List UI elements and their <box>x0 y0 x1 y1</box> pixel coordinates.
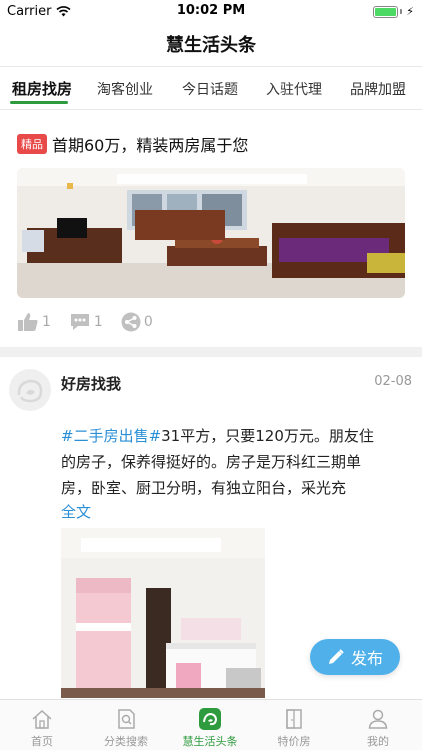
nav-bar: 慧生活头条 <box>0 22 422 66</box>
tab-franchise[interactable]: 品牌加盟 <box>350 79 406 99</box>
person-icon <box>368 709 388 729</box>
door-icon <box>286 709 302 729</box>
news-icon <box>199 708 221 730</box>
article-photo[interactable] <box>17 168 405 298</box>
comment-icon <box>70 314 89 330</box>
post-photo[interactable] <box>61 528 265 698</box>
tab-rent-house[interactable]: 租房找房 <box>12 78 72 99</box>
avatar[interactable] <box>9 369 51 411</box>
featured-article-card[interactable]: 精品 首期60万，精装两房属于您 1 1 0 <box>0 118 422 346</box>
active-tab-indicator <box>10 101 68 104</box>
page-title: 慧生活头条 <box>166 35 256 56</box>
tabbar-special-price[interactable]: 特价房 <box>252 708 336 749</box>
tabbar-news[interactable]: 慧生活头条 <box>168 708 252 749</box>
status-bar: Carrier 10:02 PM ⚡ <box>0 0 422 22</box>
post-date: 02-08 <box>374 374 412 389</box>
post-author[interactable]: 好房找我 <box>61 373 121 394</box>
avatar-placeholder-icon <box>17 379 43 403</box>
publish-button[interactable]: 发布 <box>310 639 400 675</box>
battery-icon: ⚡ <box>373 5 414 18</box>
tabbar-mine-label: 我的 <box>367 735 389 748</box>
like-count: 1 <box>42 314 51 330</box>
tabbar-mine[interactable]: 我的 <box>336 708 420 749</box>
status-time: 10:02 PM <box>176 3 246 18</box>
featured-badge: 精品 <box>17 134 47 154</box>
tabbar-home[interactable]: 首页 <box>0 708 84 749</box>
post-text-line3: 房，卧室、厨卫分明，有独立阳台，采光充 <box>61 479 347 497</box>
section-divider <box>0 347 422 357</box>
charging-icon: ⚡ <box>406 5 414 18</box>
search-doc-icon <box>118 709 135 729</box>
article-headline: 精品 首期60万，精装两房属于您 <box>17 132 248 156</box>
post-text-line1: 31平方，只要120万元。朋友住 <box>161 427 374 445</box>
tabbar-special-label: 特价房 <box>277 735 311 748</box>
home-icon <box>32 709 52 729</box>
post-hashtag[interactable]: #二手房出售# <box>61 427 161 445</box>
publish-label: 发布 <box>350 649 383 668</box>
pencil-icon <box>328 649 344 664</box>
post-body: #二手房出售#31平方，只要120万元。朋友住 的房子，保养得挺好的。房子是万科… <box>61 423 401 501</box>
tabbar-home-label: 首页 <box>31 735 53 748</box>
thumbs-up-icon <box>18 313 38 331</box>
bottom-tab-bar: 首页 分类搜索 慧生活头条 特价房 我的 <box>0 699 422 750</box>
tabbar-category-search[interactable]: 分类搜索 <box>84 708 168 749</box>
comment-action[interactable]: 1 <box>69 312 103 332</box>
tabbar-news-label: 慧生活头条 <box>182 735 238 748</box>
share-action[interactable]: 0 <box>121 312 153 332</box>
like-action[interactable]: 1 <box>17 312 51 332</box>
tab-agent[interactable]: 入驻代理 <box>266 79 322 99</box>
headline-text: 首期60万，精装两房属于您 <box>52 136 249 155</box>
article-actions: 1 1 0 <box>17 312 153 332</box>
tabbar-category-label: 分类搜索 <box>104 735 148 748</box>
read-more-link[interactable]: 全文 <box>61 501 91 522</box>
comment-count: 1 <box>93 314 103 330</box>
tab-today-topic[interactable]: 今日话题 <box>182 79 238 99</box>
post-text-line2: 的房子，保养得挺好的。房子是万科红三期单 <box>61 453 362 471</box>
share-count: 0 <box>143 314 153 330</box>
share-icon <box>121 312 141 332</box>
tab-taoke[interactable]: 淘客创业 <box>97 79 153 99</box>
